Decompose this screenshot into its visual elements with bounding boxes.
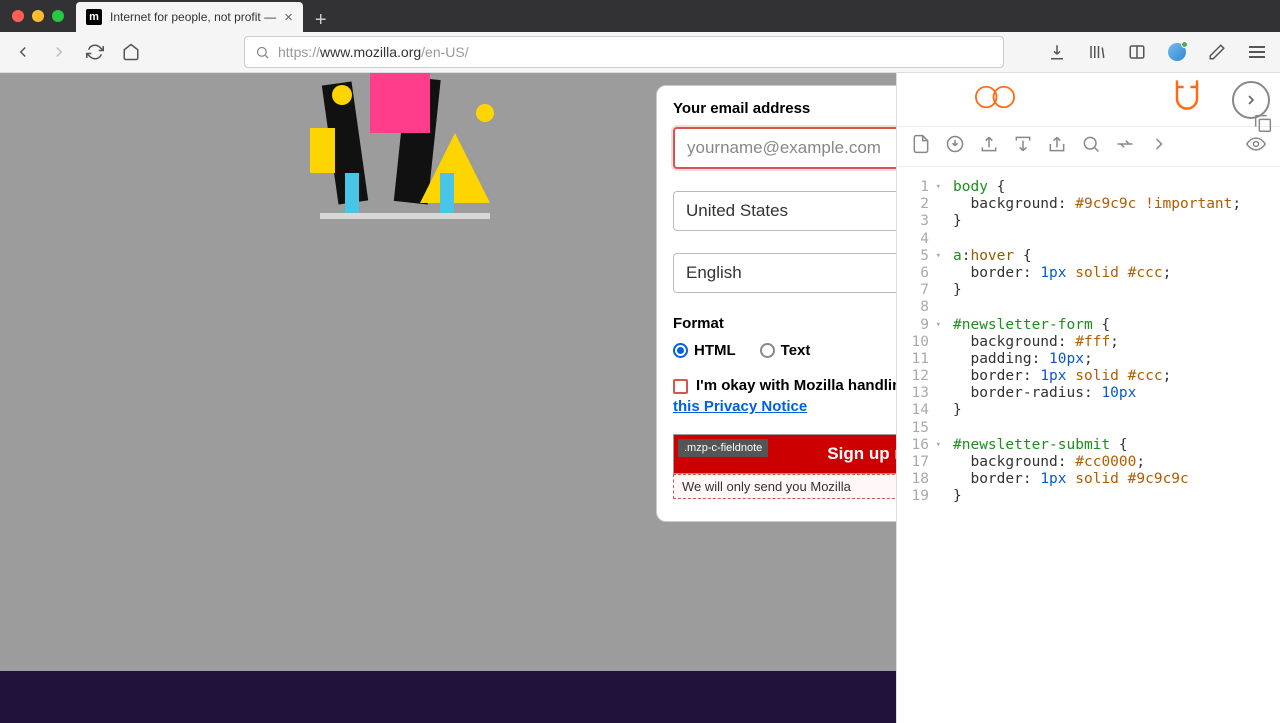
download-icon[interactable]: [945, 134, 965, 159]
back-button[interactable]: [10, 39, 36, 65]
window-close-button[interactable]: [12, 10, 24, 22]
signup-button-label: Sign up n: [827, 444, 904, 464]
browser-tab[interactable]: m Internet for people, not profit — ×: [76, 2, 303, 32]
hamburger-icon: [1249, 46, 1265, 58]
sidebar-button[interactable]: [1124, 39, 1150, 65]
hero-illustration: [290, 73, 530, 233]
home-button[interactable]: [118, 39, 144, 65]
url-text: https://www.mozilla.org/en-US/: [278, 44, 469, 60]
format-html-radio[interactable]: HTML: [673, 342, 736, 359]
consent-checkbox[interactable]: [673, 379, 688, 394]
style-editor-panel: 1▾2345▾6789▾10111213141516▾171819 body {…: [896, 73, 1280, 723]
library-button[interactable]: [1084, 39, 1110, 65]
copy-icon[interactable]: [1252, 111, 1274, 140]
profile-button[interactable]: [1164, 39, 1190, 65]
menu-button[interactable]: [1244, 39, 1270, 65]
window-minimize-button[interactable]: [32, 10, 44, 22]
format-text-radio[interactable]: Text: [760, 342, 811, 359]
share-icon[interactable]: [1047, 134, 1067, 159]
search-icon: [255, 45, 270, 60]
browser-toolbar: https://www.mozilla.org/en-US/: [0, 32, 1280, 73]
format-text-label: Text: [781, 342, 811, 359]
new-file-icon[interactable]: [911, 134, 931, 159]
window-titlebar: m Internet for people, not profit — × +: [0, 0, 1280, 32]
downloads-button[interactable]: [1044, 39, 1070, 65]
new-tab-button[interactable]: +: [303, 9, 339, 32]
css-editor[interactable]: 1▾2345▾6789▾10111213141516▾171819 body {…: [897, 167, 1280, 723]
magnet-icon[interactable]: [1170, 77, 1204, 122]
window-maximize-button[interactable]: [52, 10, 64, 22]
stylus-extension-button[interactable]: [1204, 39, 1230, 65]
page-viewport: Your email address United States English…: [0, 73, 1280, 723]
reload-button[interactable]: [82, 39, 108, 65]
address-bar[interactable]: https://www.mozilla.org/en-US/: [244, 36, 1004, 68]
search-icon[interactable]: [1081, 134, 1101, 159]
chevron-right-icon: [1243, 92, 1259, 108]
radio-checked-icon: [673, 343, 688, 358]
avatar-icon: [1168, 43, 1186, 61]
line-gutter: 1▾2345▾6789▾10111213141516▾171819: [897, 179, 943, 723]
export-icon[interactable]: [979, 134, 999, 159]
language-value: English: [686, 263, 742, 283]
editor-toolbar: [897, 127, 1280, 167]
privacy-notice-link[interactable]: this Privacy Notice: [673, 398, 807, 415]
forward-button[interactable]: [46, 39, 72, 65]
code-content[interactable]: body { background: #9c9c9c !important;}a…: [943, 179, 1280, 723]
sync-icon[interactable]: [1115, 134, 1135, 159]
chevron-right-icon[interactable]: [1149, 134, 1169, 159]
format-html-label: HTML: [694, 342, 736, 359]
tab-title: Internet for people, not profit —: [110, 10, 276, 24]
inspector-selector-tooltip: .mzp-c-fieldnote: [678, 439, 768, 457]
live-preview-toggle-icon[interactable]: [973, 80, 1017, 119]
country-value: United States: [686, 201, 788, 221]
radio-unchecked-icon: [760, 343, 775, 358]
consent-text: I'm okay with Mozilla handling: [696, 377, 910, 394]
tab-favicon: m: [86, 9, 102, 25]
import-icon[interactable]: [1013, 134, 1033, 159]
tab-close-button[interactable]: ×: [284, 9, 293, 26]
